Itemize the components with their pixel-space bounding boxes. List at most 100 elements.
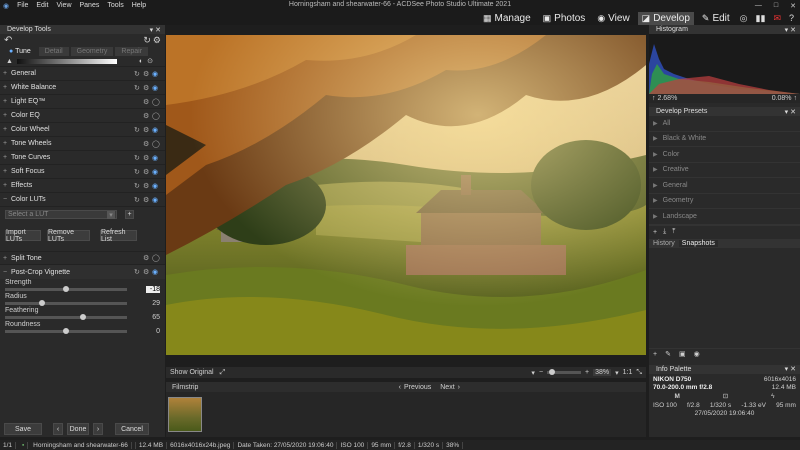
eyedropper-icon[interactable]: ◐: [139, 58, 143, 65]
mode-view[interactable]: ◉ View: [593, 12, 633, 25]
snapshot-icon[interactable]: ▣: [679, 350, 686, 358]
export-icon[interactable]: ⤒: [672, 228, 675, 236]
minimize-icon[interactable]: —: [755, 2, 762, 9]
slider-value[interactable]: 65: [146, 314, 160, 321]
reset-icon[interactable]: ↻: [143, 35, 151, 45]
tab-tune[interactable]: ● Tune: [3, 46, 37, 56]
reset-icon[interactable]: ↻: [134, 268, 140, 276]
settings-icon[interactable]: ⚙: [143, 196, 149, 204]
slider-knob[interactable]: [80, 314, 87, 320]
tab-geometry[interactable]: Geometry: [70, 46, 114, 56]
settings-icon[interactable]: ⚙: [143, 154, 149, 162]
enable-toggle-icon[interactable]: ◯: [152, 254, 160, 262]
mail-icon[interactable]: ✉: [771, 13, 783, 24]
preset-general[interactable]: ▶ General: [649, 178, 800, 194]
enable-toggle-icon[interactable]: ◯: [152, 112, 160, 120]
settings-icon[interactable]: ⚙: [143, 254, 149, 262]
section-tone-curves[interactable]: + Tone Curves ↻ ⚙ ◉: [0, 151, 165, 165]
mode-photos[interactable]: ▣ Photos: [539, 12, 590, 25]
actual-size-button[interactable]: 1:1: [623, 369, 633, 376]
import-icon[interactable]: ⤓: [663, 228, 666, 236]
365-icon[interactable]: ◎: [738, 13, 750, 24]
add-snapshot-icon[interactable]: +: [653, 351, 657, 358]
zoom-menu-icon[interactable]: ▾: [531, 369, 535, 377]
pin-icon[interactable]: ▾ ✕: [150, 26, 161, 34]
section-effects[interactable]: + Effects ↻ ⚙ ◉: [0, 179, 165, 193]
reset-icon[interactable]: ↻: [134, 84, 140, 92]
slider-value[interactable]: -18: [146, 286, 160, 293]
close-icon[interactable]: ✕: [790, 2, 796, 10]
slider-track[interactable]: [5, 300, 127, 306]
settings-icon[interactable]: ⚙: [153, 35, 161, 45]
zoom-in-button[interactable]: +: [585, 369, 589, 376]
slider-knob[interactable]: [63, 328, 69, 334]
slider-value[interactable]: 0: [146, 328, 160, 335]
next-icon[interactable]: ›: [458, 384, 460, 391]
enable-toggle-icon[interactable]: ◉: [152, 70, 158, 78]
section-color-eq[interactable]: + Color EQ ⚙ ◯: [0, 109, 165, 123]
rename-icon[interactable]: ✎: [665, 350, 671, 358]
show-original-button[interactable]: Show Original: [170, 369, 214, 376]
slider-knob[interactable]: [63, 286, 69, 292]
settings-icon[interactable]: ⚙: [143, 168, 149, 176]
reset-icon[interactable]: ↻: [134, 70, 140, 78]
slider-track[interactable]: [5, 328, 127, 334]
done-button[interactable]: Done: [67, 423, 89, 435]
reset-icon[interactable]: ↻: [134, 126, 140, 134]
settings-icon[interactable]: ⚙: [143, 182, 149, 190]
save-button[interactable]: Save: [4, 423, 42, 435]
back-button[interactable]: ‹: [53, 423, 63, 435]
reset-icon[interactable]: ↻: [134, 154, 140, 162]
reset-icon[interactable]: ↻: [134, 196, 140, 204]
settings-icon[interactable]: ⚙: [143, 70, 149, 78]
photo-canvas[interactable]: [166, 35, 646, 355]
mode-manage[interactable]: ▦ Manage: [479, 12, 535, 25]
settings-icon[interactable]: ⚙: [143, 126, 149, 134]
section-split-tone[interactable]: + Split Tone ⚙ ◯: [0, 251, 165, 265]
slider-track[interactable]: [5, 286, 127, 292]
pin-icon[interactable]: ▾ ✕: [785, 26, 796, 34]
warning-icon[interactable]: ▲: [6, 58, 13, 65]
maximize-icon[interactable]: □: [774, 2, 778, 9]
settings-icon[interactable]: ⚙: [143, 112, 149, 120]
enable-toggle-icon[interactable]: ◯: [152, 98, 160, 106]
clip-high-icon[interactable]: ↑: [794, 95, 798, 102]
tab-repair[interactable]: Repair: [115, 46, 149, 56]
enable-toggle-icon[interactable]: ◉: [152, 196, 158, 204]
pin-icon[interactable]: ▾ ✕: [785, 108, 796, 116]
enable-toggle-icon[interactable]: ◉: [152, 168, 158, 176]
section-color-luts[interactable]: − Color LUTs ↻ ⚙ ◉: [0, 193, 165, 207]
preset-color[interactable]: ▶ Color: [649, 147, 800, 163]
import-luts-button[interactable]: Import LUTs: [5, 229, 41, 243]
slider-track[interactable]: [5, 314, 127, 320]
zoom-dropdown-icon[interactable]: ▾: [615, 369, 619, 377]
section-tone-wheels[interactable]: + Tone Wheels ⚙ ◯: [0, 137, 165, 151]
section-light-eq-[interactable]: + Light EQ™ ⚙ ◯: [0, 95, 165, 109]
enable-toggle-icon[interactable]: ◉: [152, 126, 158, 134]
next-link[interactable]: Next: [440, 384, 454, 391]
section-general[interactable]: + General ↻ ⚙ ◉: [0, 67, 165, 81]
target-icon[interactable]: ⊙: [147, 57, 153, 65]
reset-icon[interactable]: ↻: [134, 182, 140, 190]
mode-develop[interactable]: ◪ Develop: [637, 11, 694, 25]
help-icon[interactable]: ?: [787, 13, 796, 23]
undo-icon[interactable]: ↶: [4, 35, 12, 46]
settings-icon[interactable]: ⚙: [143, 98, 149, 106]
section-vignette[interactable]: − Post-Crop Vignette ↻ ⚙ ◉: [0, 265, 165, 279]
settings-icon[interactable]: ⚙: [143, 140, 149, 148]
refresh-list-button[interactable]: Refresh List: [100, 229, 137, 243]
mode-edit[interactable]: ✎ Edit: [698, 12, 734, 25]
forward-button[interactable]: ›: [93, 423, 103, 435]
slider-knob[interactable]: [38, 300, 45, 306]
section-soft-focus[interactable]: + Soft Focus ↻ ⚙ ◉: [0, 165, 165, 179]
zoom-value[interactable]: 38%: [593, 369, 612, 376]
enable-toggle-icon[interactable]: ◯: [152, 140, 160, 148]
add-lut-button[interactable]: +: [125, 210, 134, 219]
preset-all[interactable]: ▶ All: [649, 116, 800, 132]
enable-toggle-icon[interactable]: ◉: [152, 268, 158, 276]
cancel-button[interactable]: Cancel: [115, 423, 149, 435]
previous-icon[interactable]: ‹: [399, 384, 401, 391]
preset-black-white[interactable]: ▶ Black & White: [649, 132, 800, 147]
section-white-balance[interactable]: + White Balance ↻ ⚙ ◉: [0, 81, 165, 95]
reset-icon[interactable]: ↻: [134, 168, 140, 176]
